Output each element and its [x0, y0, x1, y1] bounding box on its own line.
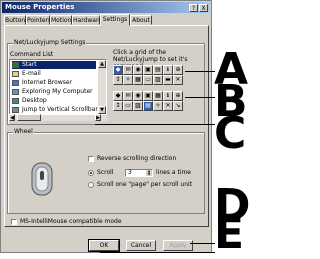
desktop-icon	[12, 97, 19, 104]
grid-cell-folder-icon[interactable]: ▦	[133, 75, 143, 85]
command-list[interactable]: Start E-mail Internet Browser Exploring …	[9, 59, 107, 115]
grid-cell-email-icon[interactable]: ✉	[123, 65, 133, 75]
grid-cell-window-icon[interactable]: ▭	[143, 75, 153, 85]
lines-suffix-label: lines a time	[156, 169, 192, 176]
mouse-wheel-icon	[31, 162, 53, 196]
window-title: Mouse Properties	[5, 3, 75, 11]
wheel-group-label: Wheel	[13, 128, 34, 136]
grid-cell-mouse-icon[interactable]: ✧	[123, 75, 133, 85]
grid-cell-computer-icon[interactable]: ▣	[143, 65, 153, 75]
cancel-button[interactable]: Cancel	[126, 240, 156, 251]
reverse-scroll-label: Reverse scrolling direction	[97, 155, 177, 162]
grid2-cell-folder-icon[interactable]: ▦	[153, 91, 163, 101]
grid-cell-start-icon[interactable]: ◆	[113, 65, 123, 75]
tab-about[interactable]: About	[130, 15, 152, 25]
grid-cell-desktop-icon[interactable]: ▤	[153, 65, 163, 75]
grid2-cell-arrow-icon[interactable]: ↘	[173, 101, 183, 111]
command-list-vscrollbar[interactable]: ▲ ▼	[98, 60, 106, 114]
callout-c: C	[214, 108, 247, 159]
grid-cell-info-icon[interactable]: ℹ	[163, 65, 173, 75]
title-bar: Mouse Properties ? X	[2, 2, 210, 13]
scroll-page-label: Scroll one "page" per scroll unit	[97, 181, 193, 188]
grid2-cell-mouse-icon[interactable]: ✧	[153, 101, 163, 111]
mouse-properties-dialog: Mouse Properties ? X Buttons Pointers Mo…	[0, 0, 212, 253]
scroll-right-icon[interactable]: ▶	[95, 114, 101, 121]
scroll-lines-radio[interactable]	[88, 170, 94, 176]
grid2-cell-desktop-icon[interactable]: ▤	[143, 101, 153, 111]
scroll-page-radio[interactable]	[88, 182, 94, 188]
start-icon	[12, 61, 19, 68]
grid-cell-settings-icon[interactable]: ⊕	[173, 65, 183, 75]
command-item-desktop[interactable]: Desktop	[12, 97, 96, 105]
callout-line-a	[185, 71, 215, 72]
ok-button[interactable]: OK	[88, 239, 120, 252]
email-icon	[12, 70, 19, 77]
reverse-scroll-checkbox[interactable]	[88, 156, 94, 162]
help-button[interactable]: ?	[189, 4, 198, 12]
scroll-lines-value: 3	[128, 169, 132, 176]
grid-cell-minimize-icon[interactable]: ▬	[163, 75, 173, 85]
callout-line-c	[95, 124, 215, 125]
browser-icon	[12, 79, 19, 86]
computer-icon	[12, 88, 19, 95]
command-item-start[interactable]: Start	[12, 61, 96, 69]
grid-cell-browser-icon[interactable]: ◉	[133, 65, 143, 75]
command-item-browser[interactable]: Internet Browser	[12, 79, 96, 87]
grid2-cell-email-icon[interactable]: ✉	[123, 91, 133, 101]
callout-line-d	[190, 243, 215, 244]
callout-e: E	[214, 208, 245, 259]
stepper-down-icon[interactable]: ▼	[146, 173, 152, 176]
grid2-cell-browser-icon[interactable]: ◉	[133, 91, 143, 101]
grid-cell-close-icon[interactable]: ✕	[173, 75, 183, 85]
command-item-explore[interactable]: Exploring My Computer	[12, 88, 96, 96]
grid2-cell-computer-icon[interactable]: ▣	[143, 91, 153, 101]
tab-motion[interactable]: Motion	[50, 15, 72, 25]
command-list-hscrollbar[interactable]: ◀ ▶	[9, 114, 107, 121]
command-list-label: Command List	[10, 51, 54, 58]
grid2-cell-close-icon[interactable]: ✕	[163, 101, 173, 111]
close-button[interactable]: X	[199, 4, 208, 12]
tab-settings[interactable]: Settings	[100, 14, 130, 26]
tab-buttons[interactable]: Buttons	[4, 15, 28, 25]
scroll-thumb[interactable]	[17, 114, 41, 121]
command-item-email[interactable]: E-mail	[12, 70, 96, 78]
scroll-down-icon[interactable]: ▼	[98, 106, 106, 114]
grid2-cell-start-icon[interactable]: ◆	[113, 91, 123, 101]
intellimouse-checkbox[interactable]	[11, 219, 17, 225]
grid2-cell-window-icon[interactable]: ▭	[123, 101, 133, 111]
scroll-left-icon[interactable]: ◀	[9, 114, 15, 121]
grid-cell-image-icon[interactable]: ▨	[153, 75, 163, 85]
tab-pointers[interactable]: Pointers	[26, 15, 51, 25]
scrollbar-icon	[12, 106, 19, 113]
apply-button[interactable]: Apply	[163, 240, 193, 251]
scroll-label: Scroll	[97, 169, 114, 176]
scroll-lines-stepper[interactable]: 3 ▲ ▼	[125, 169, 153, 177]
grid2-cell-image-icon[interactable]: ▨	[133, 101, 143, 111]
netluckyjump-group-label: Net/Luckyjump Settings	[13, 39, 87, 47]
grid2-cell-settings-icon[interactable]: ⊕	[173, 91, 183, 101]
grid-cell-scroll-icon[interactable]: ↕	[113, 75, 123, 85]
command-item-vscroll[interactable]: Jump to Vertical Scrollbar	[12, 106, 98, 114]
intellimouse-label: MS-IntelliMouse compatible mode	[20, 218, 122, 225]
scroll-up-icon[interactable]: ▲	[98, 60, 106, 68]
callout-line-b	[185, 97, 215, 98]
tab-hardware[interactable]: Hardware	[72, 15, 102, 25]
grid2-cell-scroll-icon[interactable]: ↕	[113, 101, 123, 111]
grid2-cell-info-icon[interactable]: ℹ	[163, 91, 173, 101]
